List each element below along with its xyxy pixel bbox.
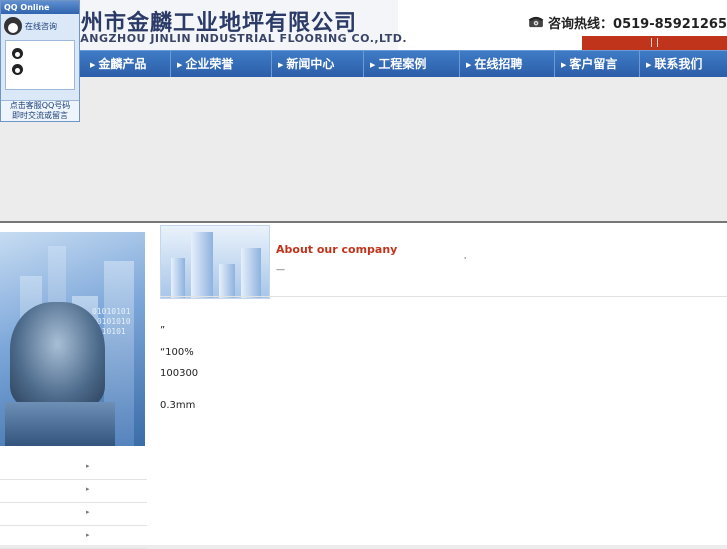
qq-penguin-icon	[12, 47, 23, 59]
building-shape	[191, 232, 213, 298]
company-logo[interactable]: 常州市金麟工业地坪有限公司 CHANGZHOU JINLIN INDUSTRIA…	[40, 0, 407, 50]
qq-consult-header: 在线咨询	[1, 14, 79, 38]
sidebar-menu-item[interactable]: ▸	[0, 526, 147, 549]
nav-item-products[interactable]: ▶ 金麟产品	[84, 51, 146, 77]
about-subtitle: —	[276, 265, 285, 275]
nav-item-jobs[interactable]: ▶ 在线招聘	[459, 51, 522, 77]
nav-item-label: 新闻中心	[286, 57, 335, 71]
company-name-en: CHANGZHOU JINLIN INDUSTRIAL FLOORING CO.…	[62, 32, 408, 45]
hotline-text: 咨询热线：0519-85921265	[548, 16, 727, 32]
nav-item-label: 联系我们	[654, 57, 703, 71]
main-nav: ▶ 金麟产品 ▶ 企业荣誉 ▶ 新闻中心 ▶ 工程案例 ▶ 在线招聘 ▶ 客户留言 ▶ 联系我…	[0, 50, 727, 77]
qq-contact-list	[5, 40, 75, 90]
qq-widget-footer: 点击客服QQ号码 即时交流或留言	[1, 100, 79, 121]
nav-arrow-icon: ▶	[90, 60, 96, 69]
sidebar-menu-item[interactable]: ▸	[0, 457, 147, 480]
company-intro-text: ” “100% 100300 0.3mm	[160, 320, 727, 417]
telephone-icon	[528, 16, 544, 28]
sidebar-menu: ▸ ▸ ▸ ▸	[0, 457, 147, 549]
qq-penguin-icon	[12, 63, 23, 75]
about-title-en: About our company	[276, 243, 398, 256]
nav-arrow-icon: ▶	[646, 60, 652, 69]
nav-item-label: 工程案例	[378, 57, 427, 71]
menu-arrow-icon: ▸	[86, 485, 90, 493]
qq-penguin-icon	[4, 17, 22, 35]
sidebar-banner-image: 01010101 10101010 1010101	[0, 232, 145, 446]
hotline: 咨询热线：0519-85921265	[528, 9, 727, 35]
about-image	[160, 225, 270, 299]
nav-arrow-icon: ▶	[278, 60, 284, 69]
intro-line: 100300	[160, 368, 199, 380]
lion-statue-shape	[10, 302, 105, 407]
nav-arrow-icon: ▶	[177, 60, 183, 69]
qq-contact-item[interactable]	[6, 45, 74, 61]
intro-line: “100%	[160, 346, 194, 358]
menu-arrow-icon: ▸	[86, 508, 90, 516]
menu-arrow-icon: ▸	[86, 531, 90, 539]
nav-item-honors[interactable]: ▶ 企业荣誉	[170, 51, 233, 77]
qq-footer-line: 点击客服QQ号码	[9, 101, 71, 110]
sidebar: 01010101 10101010 1010101 ▸ ▸ ▸ ▸	[0, 223, 147, 549]
qq-online-widget: QQ Online 在线咨询 点击客服QQ号码 即时交流或留言	[0, 0, 80, 122]
building-shape	[171, 258, 185, 298]
about-tiny-mark: ³	[464, 257, 467, 263]
pedestal-shape	[5, 402, 115, 446]
qq-contact-item[interactable]	[6, 61, 74, 77]
nav-item-label: 企业荣誉	[185, 57, 234, 71]
menu-arrow-icon: ▸	[86, 462, 90, 470]
building-shape	[219, 264, 235, 298]
qq-consult-label: 在线咨询	[25, 21, 57, 31]
qq-widget-title: QQ Online	[1, 1, 79, 14]
building-shape	[241, 248, 261, 298]
section-divider	[160, 296, 727, 297]
nav-arrow-icon: ▶	[561, 60, 567, 69]
nav-item-label: 金麟产品	[98, 57, 147, 71]
nav-arrow-icon: ▶	[466, 60, 472, 69]
spec-value: 0.3mm	[160, 400, 196, 412]
main-content: About our company ³ — ” “100% 100300 0.3…	[147, 223, 727, 545]
nav-arrow-icon: ▶	[370, 60, 376, 69]
nav-item-news[interactable]: ▶ 新闻中心	[271, 51, 334, 77]
sidebar-menu-item[interactable]: ▸	[0, 480, 147, 503]
nav-item-label: 客户留言	[569, 57, 618, 71]
sidebar-menu-item[interactable]: ▸	[0, 503, 147, 526]
qq-footer-line: 即时交流或留言	[12, 111, 68, 120]
nav-item-label: 在线招聘	[474, 57, 523, 71]
top-links: | |	[582, 36, 727, 50]
nav-item-contact[interactable]: ▶ 联系我们	[639, 51, 702, 77]
intro-line: ”	[160, 325, 166, 336]
header: 常州市金麟工业地坪有限公司 CHANGZHOU JINLIN INDUSTRIA…	[0, 0, 727, 50]
about-title: About our company	[276, 243, 397, 256]
banner-area	[0, 77, 727, 222]
nav-item-guestbook[interactable]: ▶ 客户留言	[554, 51, 617, 77]
nav-item-cases[interactable]: ▶ 工程案例	[363, 51, 426, 77]
